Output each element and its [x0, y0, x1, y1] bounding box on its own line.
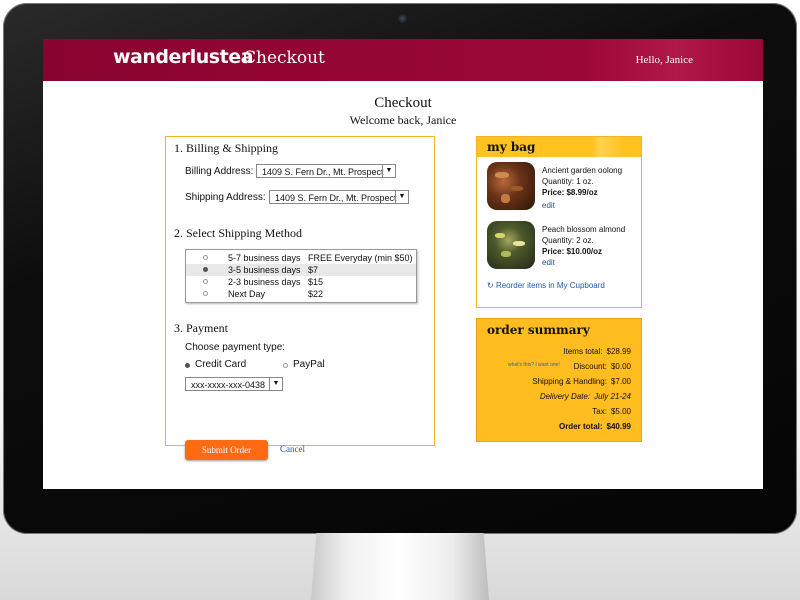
shipping-option-days: 3-5 business days	[228, 265, 301, 275]
summary-row-order-total: Order total: $40.99	[558, 422, 631, 431]
chevron-down-icon: ▼	[269, 378, 282, 390]
chevron-down-icon: ▼	[382, 165, 395, 177]
billing-heading: 1. Billing & Shipping	[174, 141, 279, 155]
tea-image-oolong	[487, 162, 535, 210]
bag-item-peach: Peach blossom almond Quantity: 2 oz. Pri…	[542, 224, 625, 268]
billing-address-value: 1409 S. Fern Dr., Mt. Prospect	[262, 167, 384, 177]
shipping-option-0[interactable]: 5-7 business days FREE Everyday (min $50…	[186, 252, 416, 264]
page-subtitle: Welcome back, Janice	[349, 113, 457, 127]
order-summary-panel: order summary what's this? I want one! I…	[476, 318, 642, 442]
edit-link[interactable]: edit	[542, 257, 625, 268]
monitor-bezel: wanderlustea Checkout Hello, Janice Chec…	[3, 3, 797, 534]
summary-row-delivery-date: Delivery Date: July 21-24	[539, 392, 631, 401]
item-quantity: Quantity: 1 oz.	[542, 177, 594, 186]
item-quantity: Quantity: 2 oz.	[542, 236, 594, 245]
site-header: wanderlustea Checkout Hello, Janice	[43, 39, 763, 81]
shipping-option-price: FREE Everyday (min $50)	[308, 253, 413, 263]
shipping-method-heading: 2. Select Shipping Method	[174, 226, 302, 240]
saved-card-select[interactable]: xxx-xxxx-xxx-0438 ▼	[185, 377, 283, 391]
promo-link[interactable]: what's this? I want one!	[508, 362, 560, 368]
user-greeting[interactable]: Hello, Janice	[636, 54, 693, 66]
header-section-title: Checkout	[243, 48, 325, 68]
shipping-option-3[interactable]: Next Day $22	[186, 288, 416, 300]
shipping-option-days: 2-3 business days	[228, 277, 301, 287]
monitor-stand	[311, 533, 489, 600]
shipping-option-days: Next Day	[228, 289, 266, 299]
bag-item-oolong: Ancient garden oolong Quantity: 1 oz. Pr…	[542, 165, 622, 211]
saved-card-value: xxx-xxxx-xxx-0438	[191, 380, 266, 390]
item-price: Price: $8.99/oz	[542, 188, 598, 197]
screen: wanderlustea Checkout Hello, Janice Chec…	[43, 39, 763, 489]
shipping-option-2[interactable]: 2-3 business days $15	[186, 276, 416, 288]
shipping-address-value: 1409 S. Fern Dr., Mt. Prospect	[275, 193, 397, 203]
reorder-label: Reorder items in My Cupboard	[495, 281, 605, 290]
shipping-option-days: 5-7 business days	[228, 253, 301, 263]
edit-link[interactable]: edit	[542, 200, 622, 211]
my-bag-title: my bag	[487, 140, 536, 154]
chevron-down-icon: ▼	[395, 191, 408, 203]
summary-row-tax: Tax: $5.00	[592, 407, 631, 416]
radio-button[interactable]	[203, 279, 208, 284]
item-name: Ancient garden oolong	[542, 166, 623, 175]
shipping-option-price: $7	[308, 265, 319, 275]
shipping-option-price: $22	[308, 289, 324, 299]
payment-heading: 3. Payment	[174, 321, 228, 335]
billing-address-select[interactable]: 1409 S. Fern Dr., Mt. Prospect ▼	[256, 164, 396, 178]
billing-address-label: Billing Address:	[185, 166, 254, 177]
item-name: Peach blossom almond	[542, 225, 626, 234]
shipping-address-select[interactable]: 1409 S. Fern Dr., Mt. Prospect ▼	[269, 190, 409, 204]
summary-row-discount: Discount: $0.00	[573, 362, 631, 371]
order-summary-title: order summary	[487, 323, 590, 337]
summary-row-shipping: Shipping & Handling: $7.00	[532, 377, 631, 386]
payment-type-label: Choose payment type:	[185, 342, 286, 353]
shipping-address-label: Shipping Address:	[185, 192, 266, 203]
submit-order-button[interactable]: Submit Order	[185, 440, 268, 460]
reorder-link[interactable]: ↻ Reorder items in My Cupboard	[487, 281, 605, 290]
refresh-icon: ↻	[487, 281, 494, 290]
item-price: Price: $10.00/oz	[542, 247, 603, 256]
webcam-icon	[398, 14, 407, 23]
tea-image-peach	[487, 221, 535, 269]
cancel-link[interactable]: Cancel	[280, 444, 305, 454]
shipping-option-price: $15	[308, 277, 324, 287]
page-title: Checkout	[374, 95, 432, 111]
shipping-option-1[interactable]: 3-5 business days $7	[186, 264, 416, 276]
shipping-method-list: 5-7 business days FREE Everyday (min $50…	[185, 249, 417, 303]
credit-card-radio[interactable]	[185, 363, 190, 368]
radio-button[interactable]	[203, 291, 208, 296]
my-bag-header: my bag	[477, 137, 641, 157]
radio-button[interactable]	[203, 255, 208, 260]
paypal-radio[interactable]	[283, 363, 288, 368]
brand-logo[interactable]: wanderlustea	[113, 46, 253, 68]
summary-row-items-total: Items total: $28.99	[563, 347, 631, 356]
paypal-label[interactable]: PayPal	[293, 359, 325, 370]
radio-button-selected[interactable]	[203, 267, 208, 272]
checkout-form: 1. Billing & Shipping Billing Address: 1…	[165, 136, 435, 460]
my-bag-panel: my bag Ancient garden oolong Quantity: 1…	[476, 136, 642, 308]
credit-card-label[interactable]: Credit Card	[195, 359, 246, 370]
